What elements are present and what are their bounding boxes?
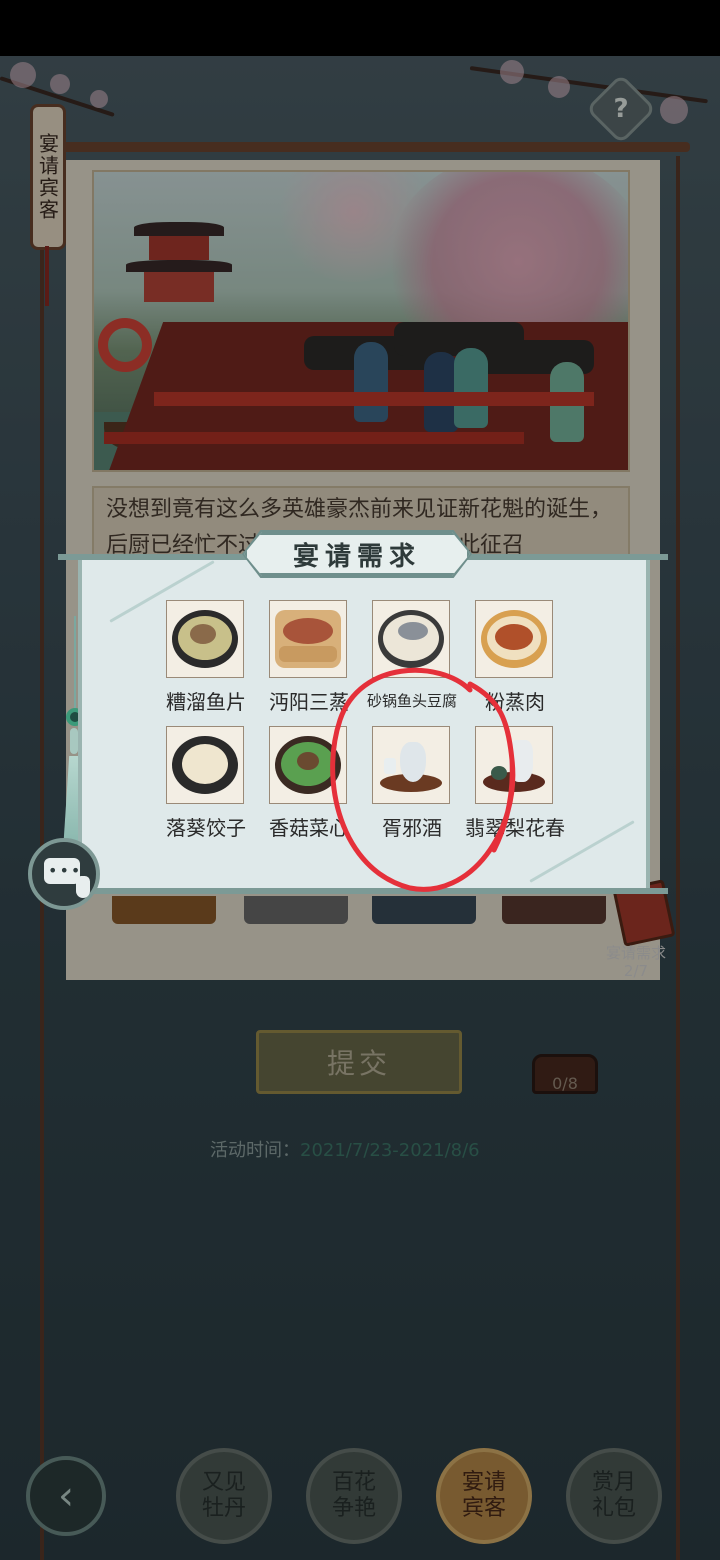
fish-slice-dish-icon [172, 610, 238, 668]
fish-head-tofu-icon [378, 610, 444, 668]
dish-name: 粉蒸肉 [485, 690, 545, 714]
wine-jar-icon [481, 736, 547, 794]
dish-frame [166, 726, 244, 804]
dish-frame [372, 600, 450, 678]
dish-frame [269, 726, 347, 804]
steamed-pork-icon [481, 610, 547, 668]
dish-frame [269, 600, 347, 678]
steamer-dish-icon [275, 610, 341, 668]
dish-name: 落葵饺子 [166, 816, 246, 840]
wine-pot-icon [378, 736, 444, 794]
dish-frame [475, 726, 553, 804]
chat-dots: ••• [48, 861, 83, 880]
chat-button[interactable]: ••• [28, 838, 100, 910]
dish-name: 沔阳三蒸 [269, 690, 349, 714]
bottle-icon [76, 876, 90, 898]
modal-title: 宴请需求 [244, 532, 470, 576]
dish-frame [166, 600, 244, 678]
mushroom-greens-icon [275, 736, 341, 794]
status-bar [0, 0, 720, 56]
dumplings-icon [172, 736, 238, 794]
dish-name: 香菇菜心 [269, 816, 349, 840]
dish-frame [372, 726, 450, 804]
modal-rail-bottom [58, 888, 668, 894]
dish-name: 胥邪酒 [382, 816, 442, 840]
dish-name: 翡翠梨花春 [465, 816, 565, 840]
dish-name: 砂锅鱼头豆腐 [366, 692, 457, 710]
dish-name: 糟溜鱼片 [166, 690, 246, 714]
dish-frame [475, 600, 553, 678]
game-scene: 没想到竟有这么多英雄豪杰前来见证新花魁的诞生，后厨已经忙不过来了，特此下令，特此… [0, 56, 720, 1560]
banquet-requirements-modal: 宴请需求 糟溜鱼片 沔阳三蒸 砂锅鱼头豆腐 粉蒸肉 落葵饺子 香菇菜心 胥邪酒 … [58, 530, 668, 894]
